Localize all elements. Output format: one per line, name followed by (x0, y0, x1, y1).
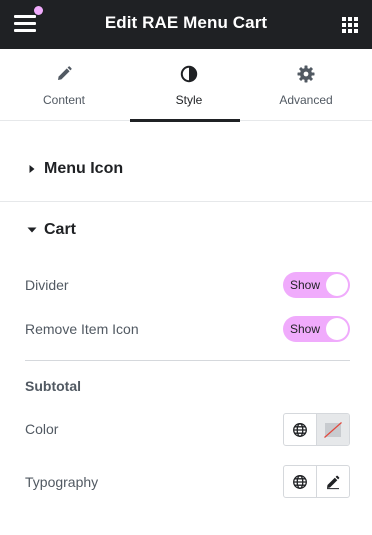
empty-color-swatch-icon (324, 422, 342, 438)
remove-item-icon-label: Remove Item Icon (25, 321, 139, 337)
subtotal-heading: Subtotal (25, 378, 81, 394)
section-cart[interactable]: Cart (0, 208, 372, 254)
remove-item-icon-toggle[interactable]: Show (283, 316, 350, 342)
typography-label: Typography (25, 474, 99, 490)
color-label: Color (25, 421, 59, 437)
global-colors-button[interactable] (284, 414, 317, 445)
divider-label: Divider (25, 277, 69, 293)
tab-advanced[interactable]: Advanced (244, 49, 368, 121)
caret-down-icon (27, 227, 37, 233)
tab-content-label: Content (42, 93, 86, 107)
section-divider (0, 201, 372, 202)
globe-icon (293, 475, 307, 489)
tab-advanced-label: Advanced (279, 93, 333, 107)
section-menu-icon-title: Menu Icon (44, 160, 124, 177)
section-menu-icon[interactable]: Menu Icon (0, 147, 372, 193)
pencil-icon (58, 66, 72, 80)
divider-toggle-text: Show (290, 278, 321, 292)
tab-content[interactable]: Content (2, 49, 126, 121)
global-typography-button[interactable] (284, 466, 317, 497)
caret-right-icon (29, 165, 35, 173)
panel-title: Edit RAE Menu Cart (104, 13, 268, 32)
subtotal-separator (25, 360, 350, 361)
remove-item-icon-toggle-text: Show (290, 322, 321, 336)
color-picker-button[interactable] (317, 414, 349, 445)
toggle-knob (326, 318, 348, 340)
section-cart-title: Cart (44, 221, 77, 238)
edit-typography-button[interactable] (317, 466, 349, 497)
half-circle-icon (180, 65, 198, 83)
grid-icon[interactable] (342, 17, 358, 33)
globe-icon (293, 423, 307, 437)
divider-toggle[interactable]: Show (283, 272, 350, 298)
toggle-knob (326, 274, 348, 296)
tab-style[interactable]: Style (127, 49, 251, 122)
color-control (283, 413, 350, 446)
panel-tabs: Content Style Advanced (0, 49, 372, 122)
typography-control (283, 465, 350, 498)
pencil-icon (327, 475, 340, 490)
panel-header: Edit RAE Menu Cart (0, 0, 372, 49)
tab-style-label: Style (175, 93, 203, 107)
gear-icon (297, 65, 315, 83)
